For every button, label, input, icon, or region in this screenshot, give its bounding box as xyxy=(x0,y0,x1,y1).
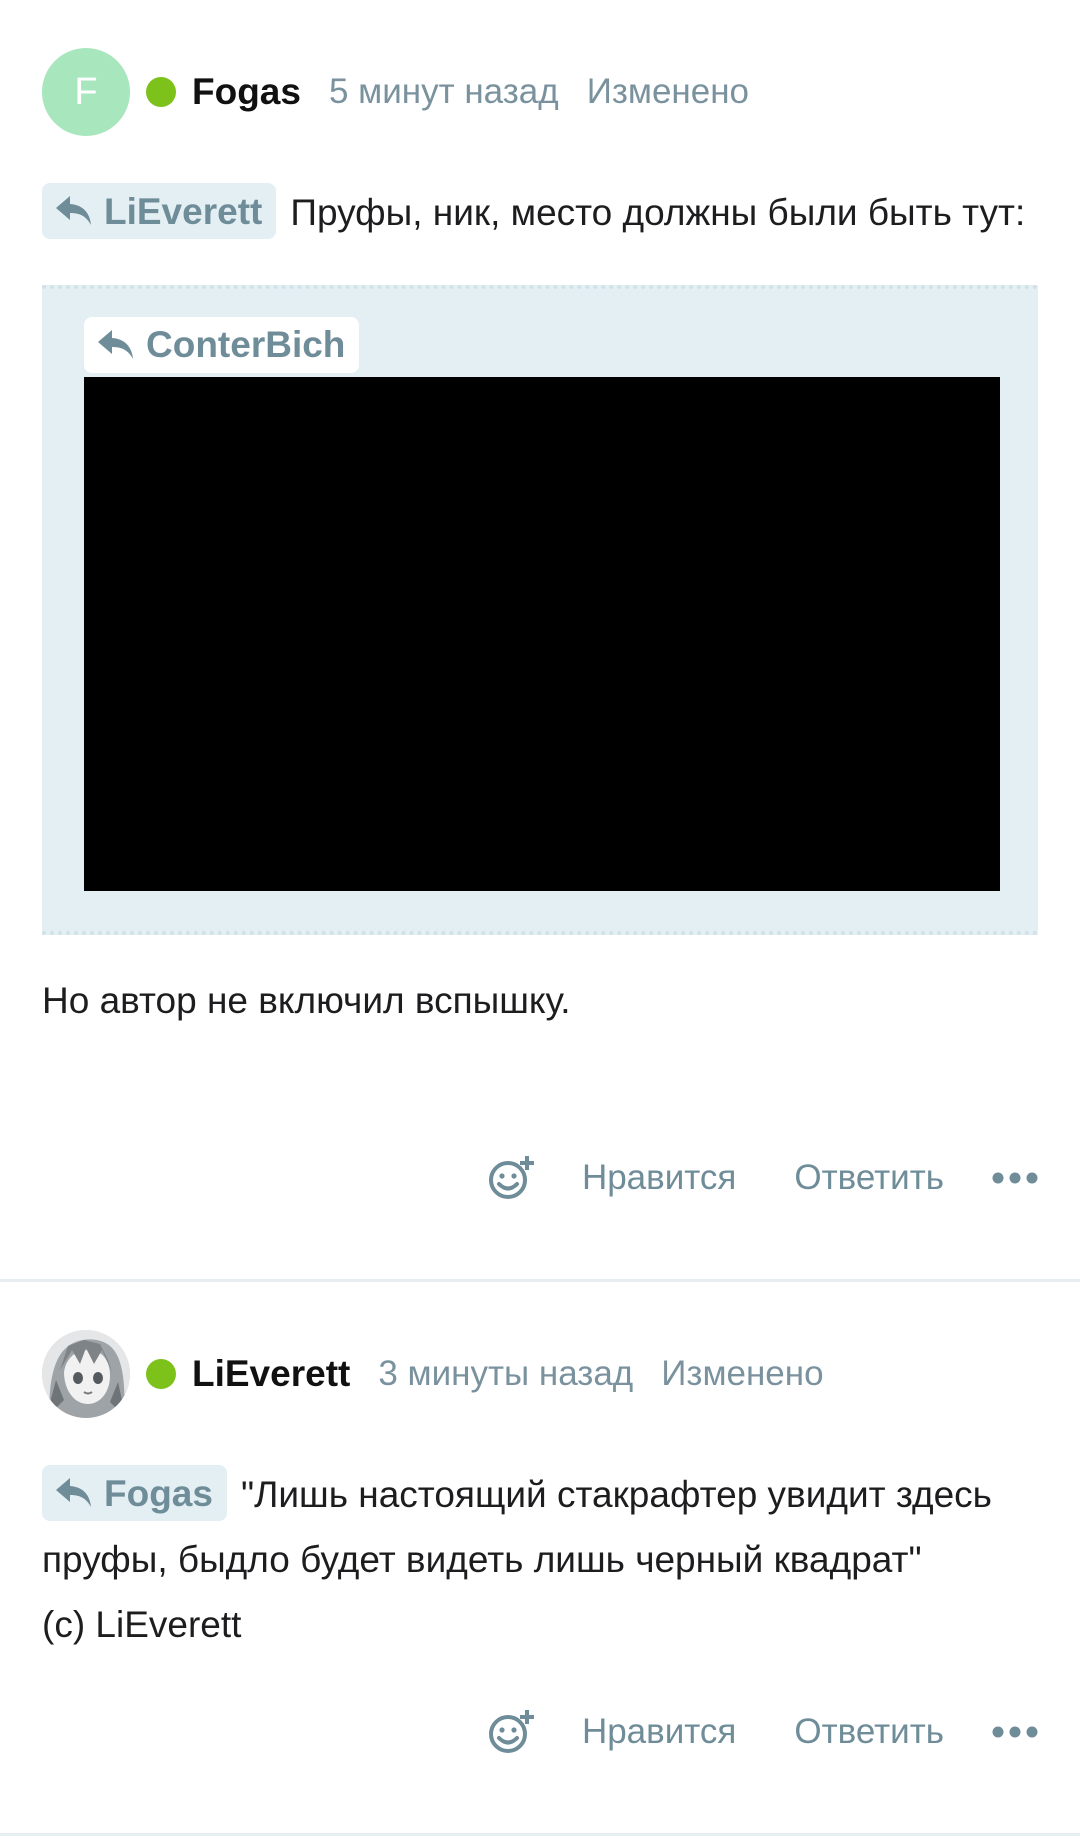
add-reaction-icon xyxy=(488,1156,534,1199)
comment-text: LiEverett Пруфы, ник, место должны были … xyxy=(42,180,1038,245)
comment: F Fogas 5 минут назад Изменено LiEverett… xyxy=(0,0,1080,1282)
timestamp[interactable]: 3 минуты назад xyxy=(378,1354,633,1394)
comment-actions: Нравится Ответить xyxy=(488,1148,1038,1208)
reply-arrow-icon xyxy=(56,1478,91,1508)
more-dots-icon xyxy=(992,1726,1038,1738)
like-button[interactable]: Нравится xyxy=(582,1158,736,1198)
reply-arrow-icon xyxy=(56,196,91,226)
comment: LiEverett 3 минуты назад Изменено Fogas … xyxy=(0,1282,1080,1836)
reply-mention[interactable]: Fogas xyxy=(42,1465,227,1522)
quote-reply-mention-label: ConterBich xyxy=(146,324,346,365)
online-status-icon xyxy=(146,1359,176,1389)
avatar[interactable] xyxy=(42,1330,130,1418)
timestamp[interactable]: 5 минут назад xyxy=(329,72,559,112)
reply-button[interactable]: Ответить xyxy=(794,1712,944,1752)
reply-arrow-icon xyxy=(98,330,133,359)
more-dots-icon xyxy=(992,1172,1038,1184)
edited-label: Изменено xyxy=(586,72,750,111)
comment-text: Fogas "Лишь настоящий стакрафтер увидит … xyxy=(42,1462,1038,1657)
add-reaction-icon xyxy=(488,1710,534,1753)
online-status-icon xyxy=(146,77,176,107)
comment-header: LiEverett 3 минуты назад Изменено xyxy=(42,1330,1038,1418)
edited-label: Изменено xyxy=(661,1354,824,1393)
reply-mention-label: LiEverett xyxy=(104,190,263,232)
username[interactable]: Fogas xyxy=(192,71,301,113)
reply-button[interactable]: Ответить xyxy=(794,1158,944,1198)
anime-avatar-icon xyxy=(42,1330,130,1418)
quoted-post: ConterBich xyxy=(42,285,1038,935)
reply-mention-label: Fogas xyxy=(104,1472,213,1514)
add-reaction-button[interactable] xyxy=(488,1155,534,1201)
quoted-image[interactable] xyxy=(84,377,1000,891)
quote-reply-mention[interactable]: ConterBich xyxy=(84,317,360,373)
comment-signature: (c) LiEverett xyxy=(42,1604,242,1645)
reply-mention[interactable]: LiEverett xyxy=(42,183,277,240)
more-button[interactable] xyxy=(992,1725,1038,1739)
comment-body: Пруфы, ник, место должны были быть тут: xyxy=(290,192,1026,233)
like-button[interactable]: Нравится xyxy=(582,1712,736,1752)
more-button[interactable] xyxy=(992,1171,1038,1185)
comment-actions: Нравится Ответить xyxy=(488,1702,1038,1762)
comment-text-continued: Но автор не включил вспышку. xyxy=(42,980,571,1021)
add-reaction-button[interactable] xyxy=(488,1709,534,1755)
avatar[interactable]: F xyxy=(42,48,130,136)
avatar-letter: F xyxy=(74,70,98,113)
comment-header: F Fogas 5 минут назад Изменено xyxy=(42,48,1038,136)
username[interactable]: LiEverett xyxy=(192,1353,350,1395)
